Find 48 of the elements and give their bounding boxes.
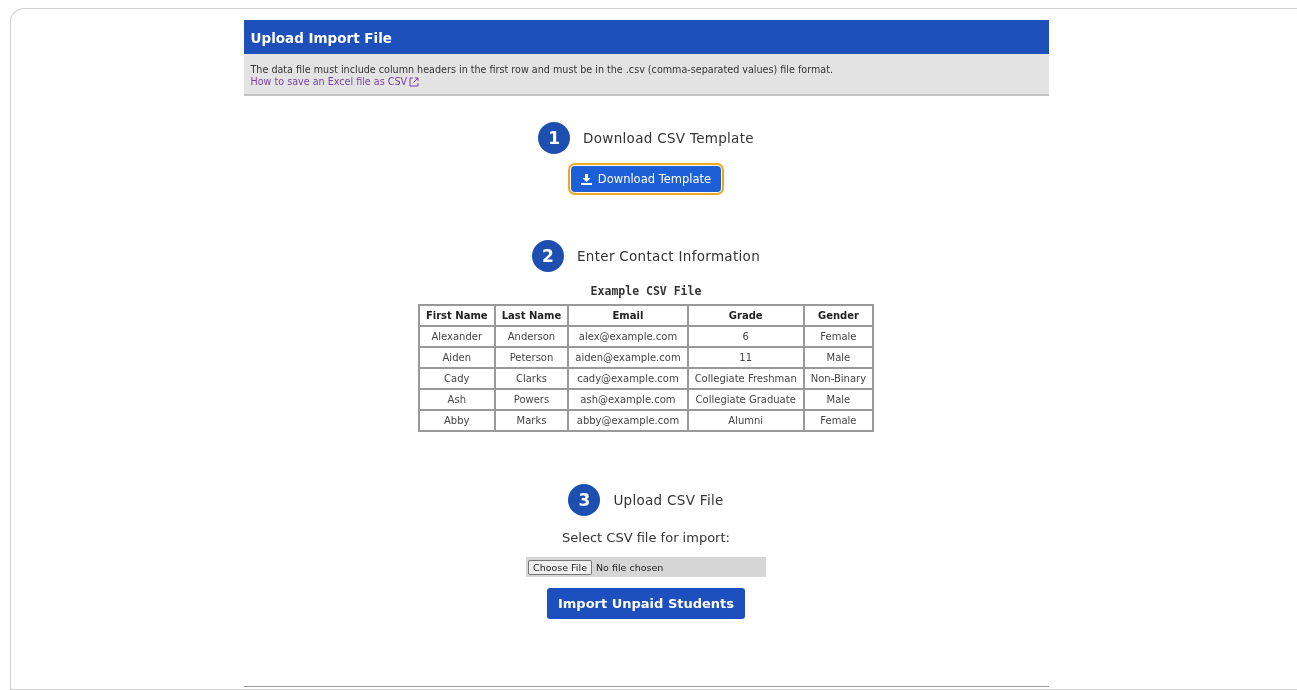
table-cell: Marks <box>494 410 569 431</box>
file-input[interactable]: Choose File No file chosen <box>526 557 766 577</box>
table-cell: Clarks <box>494 368 569 389</box>
table-cell: Alexander <box>418 326 495 347</box>
choose-file-button[interactable]: Choose File <box>528 559 592 575</box>
instruction-text: The data file must include column headers in the first row and must be in the .csv (comma-separated values) file format. <box>250 64 834 75</box>
table-cell: Aiden <box>418 347 495 368</box>
column-header: Last Name <box>494 305 569 326</box>
table-cell: Male <box>803 347 874 368</box>
column-header: First Name <box>418 305 495 326</box>
step-number: 3 <box>568 484 601 516</box>
table-cell: Peterson <box>494 347 569 368</box>
external-link-icon <box>409 76 420 87</box>
table-cell: Male <box>803 389 874 410</box>
table-cell: Female <box>803 410 874 431</box>
table-cell: Ash <box>418 389 495 410</box>
step-title: Enter Contact Information <box>577 248 760 264</box>
table-cell: Cady <box>418 368 495 389</box>
table-cell: Powers <box>494 389 569 410</box>
table-cell: Alumni <box>687 410 804 431</box>
table-cell: abby@example.com <box>568 410 688 431</box>
table-cell: Collegiate Freshman <box>687 368 804 389</box>
help-link[interactable]: How to save an Excel file as CSV <box>250 76 420 87</box>
download-icon <box>580 173 592 185</box>
table-cell: 11 <box>687 347 804 368</box>
table-cell: aiden@example.com <box>568 347 688 368</box>
download-template-button[interactable]: Download Template <box>570 166 722 192</box>
table-caption: Example CSV File <box>590 284 702 298</box>
column-header: Grade <box>687 305 804 326</box>
table-cell: Abby <box>418 410 495 431</box>
table-cell: Collegiate Graduate <box>687 389 804 410</box>
step-number: 1 <box>538 122 571 154</box>
import-button[interactable]: Import Unpaid Students <box>546 588 746 619</box>
step-number: 2 <box>532 240 564 272</box>
column-header: Gender <box>803 305 874 326</box>
table-cell: 6 <box>687 326 804 347</box>
table-cell: ash@example.com <box>568 389 688 410</box>
step-title: Download CSV Template <box>583 130 754 146</box>
panel-header: Upload Import File <box>243 20 1049 54</box>
column-header: Email <box>568 305 688 326</box>
file-status: No file chosen <box>596 561 664 573</box>
table-cell: Female <box>803 326 874 347</box>
step-title: Upload CSV File <box>613 492 724 508</box>
table-cell: cady@example.com <box>568 368 688 389</box>
table-cell: Anderson <box>494 326 569 347</box>
table-cell: Non-Binary <box>803 368 874 389</box>
table-cell: alex@example.com <box>568 326 688 347</box>
field-label: Select CSV file for import: <box>562 530 730 545</box>
